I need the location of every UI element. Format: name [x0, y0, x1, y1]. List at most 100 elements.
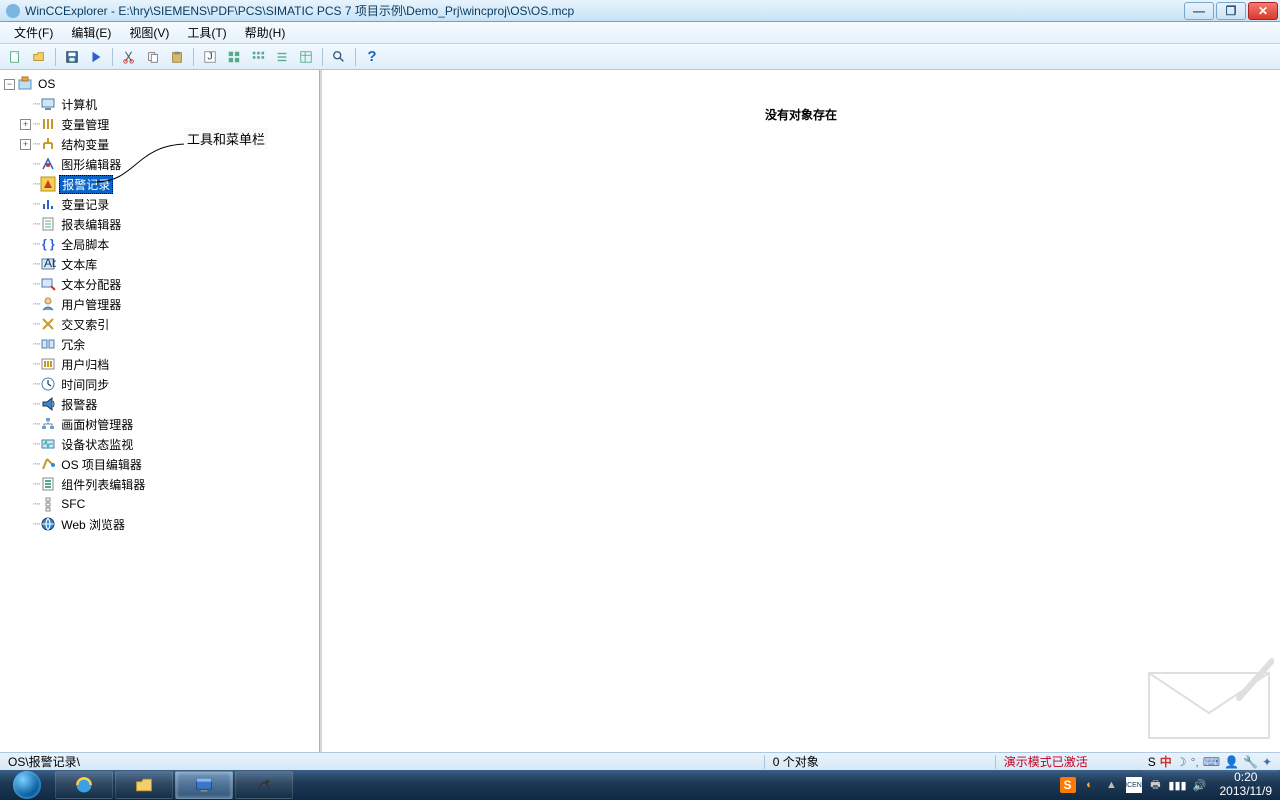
tree-item-report[interactable]: ┈报表编辑器: [2, 214, 317, 234]
tree-root[interactable]: − OS: [2, 74, 317, 94]
tray-license-icon[interactable]: ICEN: [1126, 777, 1142, 793]
ime-keyboard-icon[interactable]: ⌨: [1203, 755, 1220, 769]
new-button[interactable]: [4, 47, 26, 67]
tree-pane[interactable]: − OS ┈计算机+┈变量管理+┈结构变量┈图形编辑器┈报警记录┈变量记录┈报表…: [0, 70, 320, 752]
tree-item-textdist[interactable]: ┈文本分配器: [2, 274, 317, 294]
tree-item-pictree[interactable]: ┈画面树管理器: [2, 414, 317, 434]
tree-item-sfc[interactable]: ┈SFC: [2, 494, 317, 514]
menu-edit[interactable]: 编辑(E): [63, 22, 119, 43]
ime-user-icon[interactable]: 👤: [1224, 755, 1239, 769]
paste-button[interactable]: [166, 47, 188, 67]
ime-punct-icon[interactable]: °,: [1191, 755, 1199, 769]
help-button[interactable]: ?: [361, 47, 383, 67]
tree-item-web[interactable]: ┈Web 浏览器: [2, 514, 317, 534]
run-button[interactable]: [85, 47, 107, 67]
toolbar: J ?: [0, 44, 1280, 70]
tree-item-horn[interactable]: ┈报警器: [2, 394, 317, 414]
tree-item-timesync[interactable]: ┈时间同步: [2, 374, 317, 394]
app-icon: [6, 4, 20, 18]
minimize-button[interactable]: —: [1184, 2, 1214, 20]
tree-item-redund[interactable]: ┈冗余: [2, 334, 317, 354]
language-bar[interactable]: S 中 ☽ °, ⌨ 👤 🔧 ✦: [1142, 751, 1278, 772]
tree-item-userarch[interactable]: ┈用户归档: [2, 354, 317, 374]
tree-item-label: 全局脚本: [59, 236, 111, 253]
tree-item-script[interactable]: ┈{ }全局脚本: [2, 234, 317, 254]
expand-icon[interactable]: +: [20, 139, 31, 150]
menu-view[interactable]: 视图(V): [121, 22, 177, 43]
taskbar-app[interactable]: [235, 771, 293, 799]
properties-button[interactable]: J: [199, 47, 221, 67]
ime-settings-icon[interactable]: ✦: [1262, 755, 1272, 769]
content-pane: 没有对象存在: [320, 70, 1280, 752]
large-icons-button[interactable]: [223, 47, 245, 67]
computer-icon: [40, 96, 56, 112]
collapse-icon[interactable]: −: [4, 79, 15, 90]
details-button[interactable]: [295, 47, 317, 67]
tree-item-useradm[interactable]: ┈用户管理器: [2, 294, 317, 314]
tray-sogou-icon[interactable]: S: [1060, 777, 1076, 793]
window-title: WinCCExplorer - E:\hry\SIEMENS\PDF\PCS\S…: [25, 2, 1184, 19]
ime-moon-icon[interactable]: ☽: [1176, 755, 1187, 769]
taskbar-ie[interactable]: [55, 771, 113, 799]
ime-cn-icon[interactable]: 中: [1160, 753, 1172, 770]
tree-item-computer[interactable]: ┈计算机: [2, 94, 317, 114]
tree-item-graphics[interactable]: ┈图形编辑器: [2, 154, 317, 174]
tree-item-complist[interactable]: ┈组件列表编辑器: [2, 474, 317, 494]
tree-item-textlib[interactable]: ┈Ab文本库: [2, 254, 317, 274]
tree-root-label: OS: [36, 77, 57, 91]
osproj-icon: [40, 456, 56, 472]
ime-tool-icon[interactable]: 🔧: [1243, 755, 1258, 769]
sfc-icon: [40, 496, 56, 512]
status-demo: 演示模式已激活: [996, 753, 1136, 770]
save-button[interactable]: [61, 47, 83, 67]
tree-item-lifebeat[interactable]: ┈设备状态监视: [2, 434, 317, 454]
tray-updates-icon[interactable]: ◐: [1082, 777, 1098, 793]
copy-button[interactable]: [142, 47, 164, 67]
tree-item-label: 变量记录: [59, 196, 111, 213]
menu-bar: 文件(F) 编辑(E) 视图(V) 工具(T) 帮助(H): [0, 22, 1280, 44]
graphics-icon: [40, 156, 56, 172]
sogou-ime-icon[interactable]: S: [1148, 755, 1156, 769]
cut-button[interactable]: [118, 47, 140, 67]
open-button[interactable]: [28, 47, 50, 67]
tree-item-label: 设备状态监视: [59, 436, 135, 453]
tree-item-label: 冗余: [59, 336, 87, 353]
tree-item-label: Web 浏览器: [59, 516, 127, 533]
start-button[interactable]: [0, 770, 54, 800]
tree-item-xref[interactable]: ┈交叉索引: [2, 314, 317, 334]
tree-item-tagmgmt[interactable]: +┈变量管理: [2, 114, 317, 134]
expand-icon[interactable]: +: [20, 119, 31, 130]
tree-item-label: 时间同步: [59, 376, 111, 393]
close-button[interactable]: ✕: [1248, 2, 1278, 20]
tray-network-icon[interactable]: ▮▮▮: [1170, 777, 1186, 793]
small-icons-button[interactable]: [247, 47, 269, 67]
xref-icon: [40, 316, 56, 332]
tree-item-alarm[interactable]: ┈报警记录: [2, 174, 317, 194]
alarm-icon: [40, 176, 56, 192]
tree-item-label: 报警记录: [59, 175, 113, 194]
taskbar-wincc[interactable]: [175, 771, 233, 799]
tree-item-label: 计算机: [59, 96, 99, 113]
horn-icon: [40, 396, 56, 412]
tree-item-label: 用户管理器: [59, 296, 123, 313]
tray-volume-icon[interactable]: 🔊: [1192, 777, 1208, 793]
svg-text:{ }: { }: [42, 237, 55, 251]
tray-clock[interactable]: 0:20 2013/11/9: [1220, 771, 1273, 799]
menu-help[interactable]: 帮助(H): [237, 22, 294, 43]
main-area: − OS ┈计算机+┈变量管理+┈结构变量┈图形编辑器┈报警记录┈变量记录┈报表…: [0, 70, 1280, 752]
tree-item-osproj[interactable]: ┈OS 项目编辑器: [2, 454, 317, 474]
tray-printer-icon[interactable]: 🖶: [1148, 777, 1164, 793]
taskbar: S ◐ ▲ ICEN 🖶 ▮▮▮ 🔊 0:20 2013/11/9: [0, 770, 1280, 800]
find-button[interactable]: [328, 47, 350, 67]
tree-item-struct[interactable]: +┈结构变量: [2, 134, 317, 154]
userarch-icon: [40, 356, 56, 372]
complist-icon: [40, 476, 56, 492]
list-button[interactable]: [271, 47, 293, 67]
status-path: OS\报警记录\: [0, 753, 88, 770]
tree-item-taglog[interactable]: ┈变量记录: [2, 194, 317, 214]
menu-file[interactable]: 文件(F): [6, 22, 61, 43]
taskbar-explorer[interactable]: [115, 771, 173, 799]
menu-tools[interactable]: 工具(T): [179, 22, 234, 43]
tray-shield-icon[interactable]: ▲: [1104, 777, 1120, 793]
maximize-button[interactable]: ❐: [1216, 2, 1246, 20]
